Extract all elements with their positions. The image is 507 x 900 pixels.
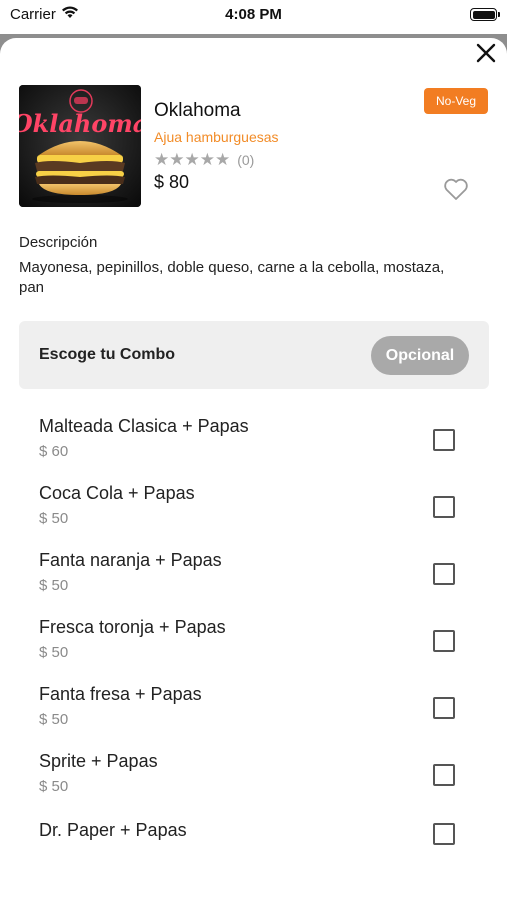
rating-count: (0) — [237, 152, 255, 168]
option-price: $ 60 — [39, 443, 69, 460]
option-price: $ 50 — [39, 510, 69, 527]
option-name: Sprite + Papas — [39, 751, 158, 771]
combo-option[interactable]: Dr. Paper + Papas — [0, 818, 507, 885]
product-price: $ 80 — [154, 172, 190, 192]
combo-header: Escoge tu Combo Opcional — [19, 321, 489, 389]
product-name: Oklahoma — [154, 100, 241, 121]
option-name: Fanta naranja + Papas — [39, 550, 222, 570]
checkbox-icon[interactable] — [433, 697, 455, 719]
description-text: Mayonesa, pepinillos, doble queso, carne… — [19, 259, 445, 296]
rating: ★★★★★ (0) — [154, 150, 254, 170]
battery-icon — [470, 8, 500, 21]
heart-icon[interactable] — [443, 177, 469, 201]
description-title: Descripción — [19, 234, 98, 251]
checkbox-icon[interactable] — [433, 429, 455, 451]
option-name: Dr. Paper + Papas — [39, 820, 187, 840]
option-price: $ 50 — [39, 577, 69, 594]
product-sheet: Oklahoma Oklahoma Ajua hamburguesas ★★★★… — [0, 38, 507, 900]
product-image: Oklahoma — [19, 85, 141, 207]
checkbox-icon[interactable] — [433, 563, 455, 585]
option-price: $ 50 — [39, 778, 69, 795]
combo-option[interactable]: Malteada Clasica + Papas $ 60 — [0, 414, 507, 481]
logo-text: Oklahoma — [19, 109, 141, 138]
option-name: Fanta fresa + Papas — [39, 684, 202, 704]
checkbox-icon[interactable] — [433, 764, 455, 786]
option-name: Coca Cola + Papas — [39, 483, 195, 503]
option-price: $ 50 — [39, 711, 69, 728]
restaurant-name[interactable]: Ajua hamburguesas — [154, 129, 279, 145]
optional-badge: Opcional — [371, 336, 469, 375]
clock: 4:08 PM — [225, 6, 282, 23]
combo-option[interactable]: Fanta fresa + Papas $ 50 — [0, 682, 507, 749]
checkbox-icon[interactable] — [433, 496, 455, 518]
combo-option[interactable]: Fresca toronja + Papas $ 50 — [0, 615, 507, 682]
option-price: $ 50 — [39, 644, 69, 661]
combo-option[interactable]: Sprite + Papas $ 50 — [0, 749, 507, 816]
checkbox-icon[interactable] — [433, 630, 455, 652]
star-rating-icon: ★★★★★ — [154, 150, 231, 170]
checkbox-icon[interactable] — [433, 823, 455, 845]
status-bar: Carrier 4:08 PM — [0, 0, 507, 34]
option-name: Malteada Clasica + Papas — [39, 416, 249, 436]
combo-title: Escoge tu Combo — [39, 346, 176, 363]
close-icon[interactable] — [475, 42, 497, 64]
option-name: Fresca toronja + Papas — [39, 617, 226, 637]
combo-option[interactable]: Coca Cola + Papas $ 50 — [0, 481, 507, 548]
veg-badge: No-Veg — [424, 88, 488, 114]
combo-option[interactable]: Fanta naranja + Papas $ 50 — [0, 548, 507, 615]
